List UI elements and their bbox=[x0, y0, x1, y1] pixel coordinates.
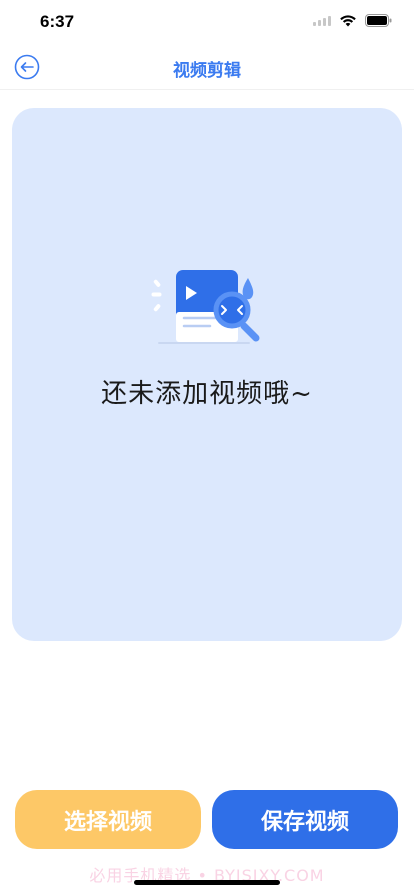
nav-bar: 视频剪辑 bbox=[0, 44, 414, 90]
save-video-button[interactable]: 保存视频 bbox=[212, 790, 398, 849]
signal-icon bbox=[313, 15, 331, 26]
page-title: 视频剪辑 bbox=[173, 61, 241, 81]
video-preview-area[interactable]: 还未添加视频哦~ bbox=[12, 108, 402, 641]
battery-icon bbox=[365, 14, 392, 27]
status-icons bbox=[313, 14, 392, 27]
empty-state-text: 还未添加视频哦~ bbox=[101, 379, 313, 409]
status-time: 6:37 bbox=[40, 12, 75, 31]
status-bar: 6:37 bbox=[0, 0, 414, 44]
wifi-icon bbox=[340, 15, 356, 27]
home-indicator[interactable] bbox=[134, 880, 280, 885]
video-search-icon bbox=[151, 270, 260, 344]
select-video-button[interactable]: 选择视频 bbox=[15, 790, 201, 849]
